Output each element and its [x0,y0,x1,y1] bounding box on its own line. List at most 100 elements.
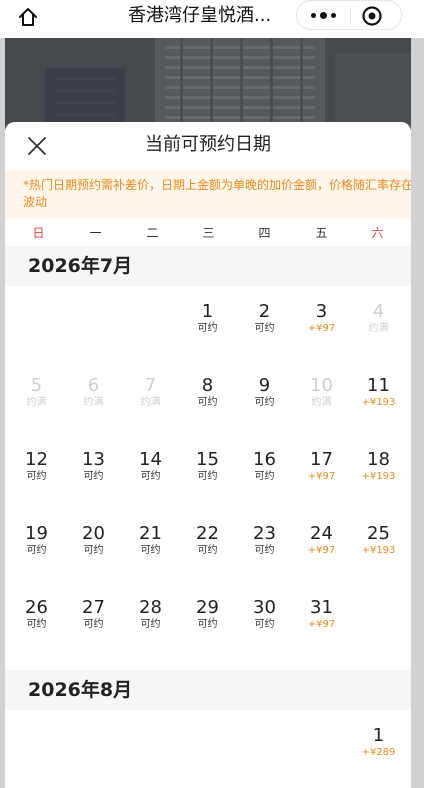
day-status: 可约 [140,545,161,556]
date-picker-sheet: 当前可预约日期 *热门日期预约需补差价，日期上金额为单晚的加价金额，价格随汇率存… [5,122,411,788]
day-status: 可约 [197,545,218,556]
calendar-day[interactable]: 24 +¥97 [293,524,350,574]
day-number: 1 [201,301,214,322]
day-status: 可约 [83,545,104,556]
weekday-tue: 二 [146,226,159,240]
calendar-day[interactable]: 21 可约 [122,524,179,574]
calendar-day[interactable]: 12 可约 [8,450,65,500]
target-circle-icon [362,6,382,26]
day-status: 可约 [254,545,275,556]
calendar-day: 7 约满 [122,376,179,426]
day-number: 27 [82,597,105,618]
day-status: 可约 [26,619,47,630]
more-button[interactable] [297,1,349,29]
day-status: 可约 [254,397,275,408]
top-navigation-bar: 香港湾仔皇悦酒... [0,0,424,38]
day-number: 23 [253,523,276,544]
day-status: 可约 [83,619,104,630]
day-surcharge: +¥97 [307,619,336,630]
calendar-day[interactable]: 16 可约 [236,450,293,500]
day-status: 约满 [26,397,47,408]
day-number: 8 [201,375,214,396]
day-number: 4 [372,301,385,322]
weekday-thu: 四 [258,226,271,240]
day-status: 可约 [197,397,218,408]
day-status: 可约 [254,471,275,482]
home-icon [19,8,37,26]
calendar-day[interactable]: 1 +¥289 [350,726,407,776]
calendar-day[interactable]: 17 +¥97 [293,450,350,500]
calendar-day[interactable]: 11 +¥193 [350,376,407,426]
calendar-day[interactable]: 30 可约 [236,598,293,648]
calendar-day[interactable]: 15 可约 [179,450,236,500]
calendar-day[interactable]: 2 可约 [236,302,293,352]
weekday-wed: 三 [202,226,215,240]
calendar-day[interactable]: 8 可约 [179,376,236,426]
day-number: 22 [196,523,219,544]
calendar-day[interactable]: 22 可约 [179,524,236,574]
weekday-sun: 日 [32,226,45,240]
day-status: 可约 [140,619,161,630]
sheet-close-button[interactable] [23,132,51,160]
month-grid-july: 1 可约 2 可约 3 +¥97 4 约满 5 约满 6 约满 7 约满 8 可约 9 可约 10 约满 11 +¥193… [5,286,411,670]
day-number: 17 [310,449,333,470]
sheet-title: 当前可预约日期 [145,134,271,155]
calendar-day[interactable]: 20 可约 [65,524,122,574]
day-status: 可约 [254,619,275,630]
calendar-day[interactable]: 29 可约 [179,598,236,648]
menu-capsule [296,0,402,30]
calendar-day[interactable]: 27 可约 [65,598,122,648]
day-number: 2 [258,301,271,322]
day-number: 14 [139,449,162,470]
day-number: 28 [139,597,162,618]
day-surcharge: +¥193 [361,545,396,556]
day-number: 19 [25,523,48,544]
day-number: 3 [315,301,328,322]
weekday-mon: 一 [89,226,102,240]
month-title: 2026年8月 [28,679,133,701]
day-number: 9 [258,375,271,396]
day-surcharge: +¥289 [361,747,396,758]
calendar-day: 5 约满 [8,376,65,426]
day-status: 约满 [83,397,104,408]
day-number: 6 [87,375,100,396]
close-miniprogram-button[interactable] [359,3,385,29]
calendar-day[interactable]: 28 可约 [122,598,179,648]
weekday-header: 日 一 二 三 四 五 六 [5,218,411,246]
calendar-day[interactable]: 13 可约 [65,450,122,500]
day-number: 13 [82,449,105,470]
calendar-day[interactable]: 14 可约 [122,450,179,500]
calendar-day: 10 约满 [293,376,350,426]
day-surcharge: +¥193 [361,471,396,482]
weekday-fri: 五 [315,226,328,240]
weekday-sat: 六 [371,226,384,240]
price-notice-text: *热门日期预约需补差价，日期上金额为单晚的加价金额，价格随汇率存在波动 [23,178,411,209]
day-status: 约满 [140,397,161,408]
calendar-day[interactable]: 26 可约 [8,598,65,648]
more-dots-icon [310,11,336,19]
day-status: 可约 [26,545,47,556]
home-button[interactable] [12,3,44,31]
calendar-day[interactable]: 23 可约 [236,524,293,574]
day-status: 约满 [368,323,389,334]
day-number: 10 [310,375,333,396]
day-number: 18 [367,449,390,470]
day-number: 30 [253,597,276,618]
day-status: 可约 [197,471,218,482]
calendar-day[interactable]: 3 +¥97 [293,302,350,352]
calendar-day[interactable]: 18 +¥193 [350,450,407,500]
calendar-day[interactable]: 9 可约 [236,376,293,426]
day-number: 5 [30,375,43,396]
day-number: 25 [367,523,390,544]
calendar-day[interactable]: 19 可约 [8,524,65,574]
day-status: 可约 [197,619,218,630]
day-number: 24 [310,523,333,544]
day-surcharge: +¥97 [307,471,336,482]
calendar-day[interactable]: 25 +¥193 [350,524,407,574]
day-status: 可约 [26,471,47,482]
calendar-day[interactable]: 31 +¥97 [293,598,350,648]
calendar-day[interactable]: 1 可约 [179,302,236,352]
day-number: 7 [144,375,157,396]
day-number: 26 [25,597,48,618]
day-status: 可约 [83,471,104,482]
